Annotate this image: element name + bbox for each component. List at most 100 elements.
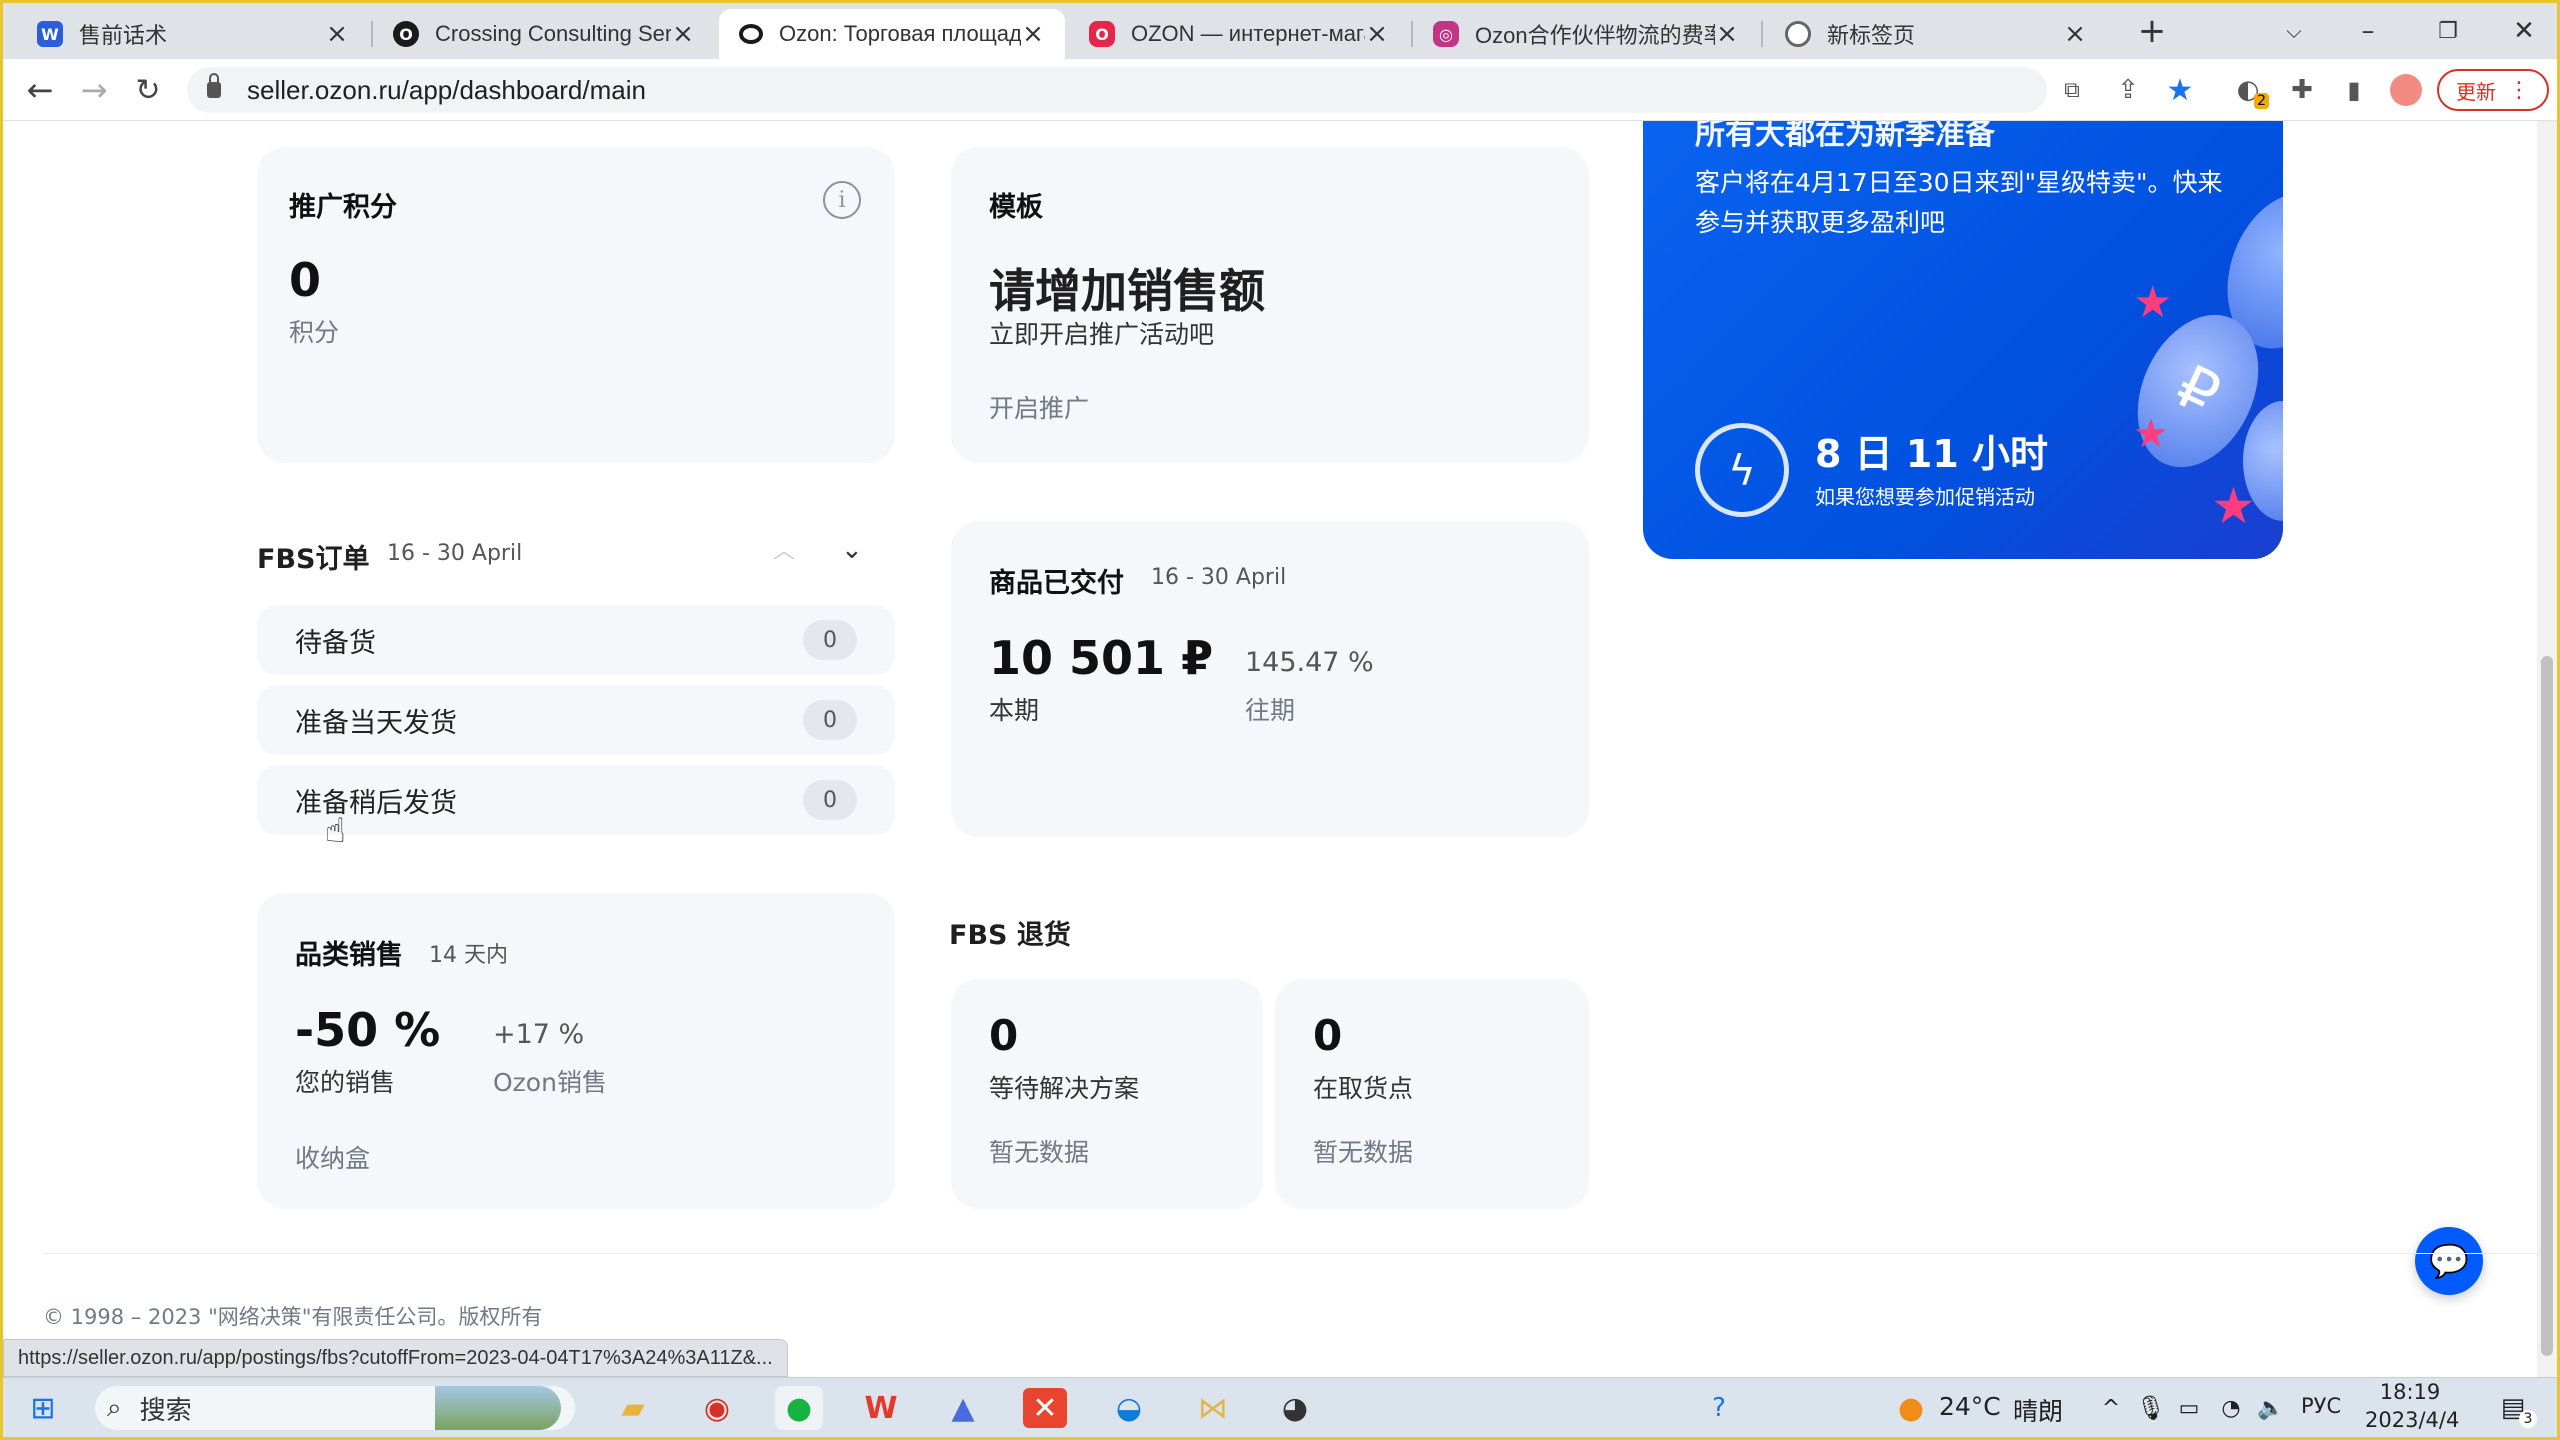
volume-icon[interactable]: 🔈: [2247, 1386, 2295, 1430]
translate-icon[interactable]: ⧉: [2053, 71, 2091, 109]
info-icon[interactable]: i: [823, 181, 861, 219]
reload-icon[interactable]: ↻: [127, 69, 169, 111]
new-tab-plus-icon[interactable]: +: [2127, 9, 2177, 53]
star-decoration: ★: [2133, 277, 2173, 328]
bookmark-star-icon[interactable]: ★: [2161, 71, 2199, 109]
search-label: 搜索: [139, 1395, 192, 1426]
close-window-icon[interactable]: ✕: [2499, 9, 2549, 53]
close-tab-icon[interactable]: ×: [1021, 19, 1045, 49]
delivered-prev-label: 往期: [1245, 696, 1296, 725]
chevron-down-icon[interactable]: ⌄: [841, 535, 863, 565]
puzzle-extensions-icon[interactable]: ✚: [2283, 71, 2321, 109]
extension-icon[interactable]: ◐ 2: [2229, 71, 2269, 109]
return-label: 等待解决方案: [989, 1074, 1140, 1103]
close-tab-icon[interactable]: ×: [1715, 19, 1739, 49]
chat-support-icon[interactable]: 💬: [2415, 1227, 2483, 1295]
back-arrow-icon[interactable]: ←: [19, 69, 61, 111]
update-button[interactable]: 更新 ⋮: [2437, 69, 2549, 111]
tab-title: 新标签页: [1827, 23, 1916, 48]
return-card-pickup-point[interactable]: 0 在取货点 暂无数据: [1275, 979, 1589, 1209]
wechat-icon[interactable]: ●: [775, 1386, 823, 1430]
row-count-badge: 0: [803, 700, 857, 740]
chrome-icon[interactable]: ◉: [693, 1386, 741, 1430]
tab-search-chevron-icon[interactable]: ⌵: [2269, 9, 2319, 53]
photos-icon[interactable]: ▲: [939, 1386, 987, 1430]
side-panel-icon[interactable]: ▮: [2335, 71, 2373, 109]
close-tab-icon[interactable]: ×: [1365, 19, 1389, 49]
row-label: 准备当天发货: [295, 707, 457, 739]
lock-icon: [207, 73, 221, 98]
notification-center-icon[interactable]: ▤ 3: [2489, 1386, 2537, 1430]
promo-title: 所有大都在为新季准备: [1695, 121, 1995, 152]
your-sales-label: 您的销售: [295, 1068, 396, 1097]
clock-time[interactable]: 18:19: [2365, 1380, 2455, 1404]
category-link[interactable]: 收纳盒: [295, 1139, 370, 1175]
search-icon: ⌕: [107, 1392, 122, 1423]
search-highlight-image: [435, 1386, 561, 1430]
browser-tab-strip: W 售前话术 × O Crossing Consulting Serv × Oz…: [3, 3, 2557, 59]
forward-arrow-icon[interactable]: →: [73, 69, 115, 111]
chevron-up-icon[interactable]: ︿: [773, 533, 795, 565]
points-value: 0: [289, 253, 322, 307]
promo-points-card: 推广积分 i 0 积分: [257, 147, 895, 463]
profile-avatar[interactable]: [2387, 71, 2425, 109]
return-label: 在取货点: [1313, 1074, 1414, 1103]
browser-tab-active[interactable]: Ozon: Торговая площад ×: [719, 9, 1065, 59]
category-range: 14 天内: [429, 943, 508, 968]
windows-start-icon[interactable]: ⊞: [19, 1386, 67, 1430]
link-hover-status-url: https://seller.ozon.ru/app/postings/fbs?…: [3, 1339, 788, 1377]
mouse-hand-cursor-icon: ☝: [325, 811, 346, 851]
star-decoration: ★: [2133, 411, 2169, 457]
points-title: 推广积分: [289, 192, 397, 223]
owl-app-icon[interactable]: ◕: [1271, 1386, 1319, 1430]
help-icon[interactable]: ?: [1695, 1386, 1743, 1430]
edge-icon[interactable]: ◒: [1105, 1386, 1153, 1430]
close-tab-icon[interactable]: ×: [671, 19, 695, 49]
no-data-text: 暂无数据: [1313, 1138, 1414, 1167]
windows-taskbar: ⊞ ⌕ 搜索 ▰ ◉ ● W ▲ ✕ ◒ ⋈ ◕ ? ● 24°C 晴朗 ^ 🎙…: [3, 1377, 2557, 1437]
your-sales-value: -50 %: [295, 1003, 441, 1057]
row-label: 准备稍后发货: [295, 787, 457, 819]
tab-title: Ozon合作伙伴物流的费率: [1475, 23, 1715, 48]
points-unit: 积分: [289, 318, 340, 347]
weather-text: 晴朗: [2013, 1397, 2064, 1426]
order-row-ship-later[interactable]: 准备稍后发货 0: [257, 765, 895, 835]
browser-tab[interactable]: 新标签页 ×: [1765, 9, 2107, 59]
address-bar[interactable]: seller.ozon.ru/app/dashboard/main: [187, 67, 2047, 113]
weather-sun-icon[interactable]: ●: [1887, 1386, 1935, 1430]
restore-icon[interactable]: ❐: [2423, 9, 2473, 53]
wps-office-icon[interactable]: W: [857, 1386, 905, 1430]
share-icon[interactable]: ⇪: [2109, 71, 2147, 109]
tab-title: OZON — интернет-мага: [1131, 21, 1365, 46]
return-card-awaiting[interactable]: 0 等待解决方案 暂无数据: [951, 979, 1263, 1209]
close-tab-icon[interactable]: ×: [325, 19, 349, 49]
ozon-sales-value: +17 %: [493, 1019, 585, 1050]
browser-tab[interactable]: O OZON — интернет-мага ×: [1069, 9, 1409, 59]
app-icon[interactable]: ⋈: [1189, 1386, 1237, 1430]
promo-banner[interactable]: 所有大都在为新季准备 客户将在4月17日至30日来到"星级特卖"。快来参与并获取…: [1643, 121, 2283, 559]
minimize-icon[interactable]: –: [2343, 9, 2393, 53]
start-promotion-link[interactable]: 开启推广: [989, 389, 1089, 425]
delivered-value: 10 501 ₽: [989, 631, 1214, 685]
delivered-value-label: 本期: [989, 696, 1040, 725]
no-data-text: 暂无数据: [989, 1138, 1090, 1167]
browser-tab[interactable]: O Crossing Consulting Serv ×: [373, 9, 715, 59]
instagram-icon: ◎: [1433, 21, 1459, 47]
page-scrollbar[interactable]: [2537, 121, 2557, 1377]
browser-tab[interactable]: W 售前话术 ×: [17, 9, 369, 59]
input-language[interactable]: РУС: [2301, 1394, 2341, 1418]
taskbar-search-box[interactable]: ⌕ 搜索: [95, 1386, 575, 1430]
ozon-icon: O: [393, 21, 419, 47]
template-label: 模板: [989, 192, 1043, 223]
tab-title: 售前话术: [79, 23, 168, 48]
clock-date[interactable]: 2023/4/4: [2365, 1408, 2459, 1432]
scrollbar-thumb[interactable]: [2541, 656, 2553, 1356]
file-explorer-icon[interactable]: ▰: [609, 1386, 657, 1430]
browser-tab[interactable]: ◎ Ozon合作伙伴物流的费率 ×: [1413, 9, 1759, 59]
order-row-ship-today[interactable]: 准备当天发货 0: [257, 685, 895, 755]
close-tab-icon[interactable]: ×: [2063, 19, 2087, 49]
xmind-icon[interactable]: ✕: [1023, 1388, 1067, 1428]
word-icon: W: [37, 21, 63, 47]
order-row-awaiting-packaging[interactable]: 待备货 0: [257, 605, 895, 675]
battery-icon[interactable]: ▭: [2165, 1386, 2213, 1430]
